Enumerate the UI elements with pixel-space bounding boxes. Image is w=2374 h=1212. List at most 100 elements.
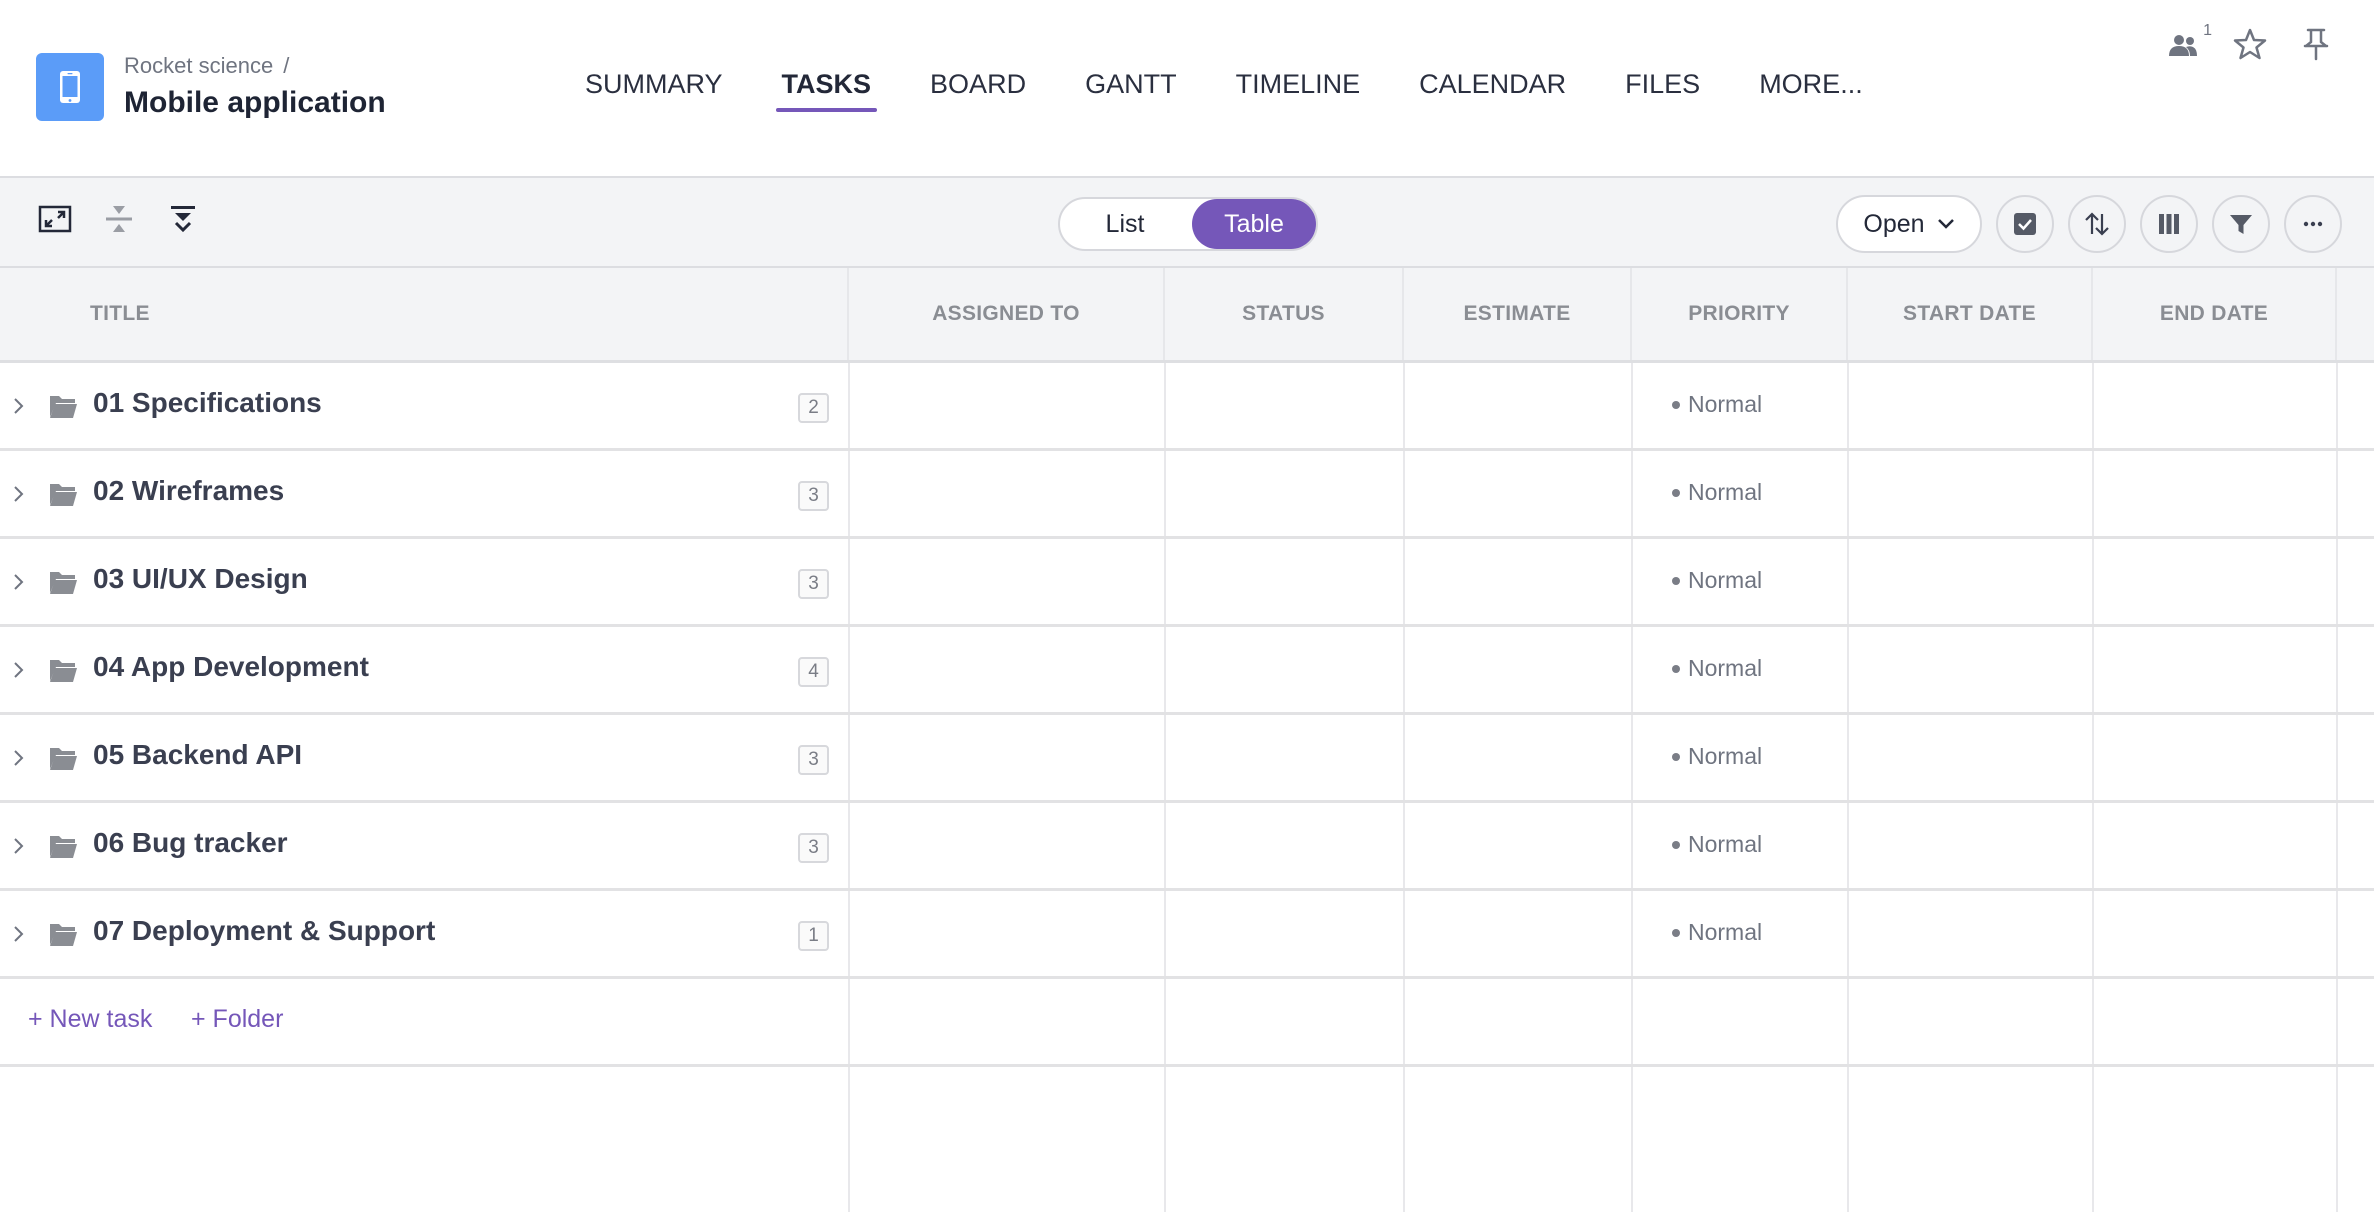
priority-dot-icon [1672,488,1680,497]
priority-dot-icon [1672,840,1680,849]
priority-cell[interactable]: Normal [1672,919,1762,946]
checkbox-icon [2014,213,2036,235]
toolbar-right: Open [1836,195,2342,253]
column-header-title[interactable]: TITLE [0,268,849,360]
table-row[interactable]: 04 App Development 4 Normal [0,627,2374,715]
members-icon [2169,35,2197,56]
folder-icon [50,924,77,946]
collapse-rows-icon [106,206,132,232]
chevron-right-icon[interactable] [12,660,26,680]
more-options-button[interactable] [2284,195,2342,253]
tab-tasks[interactable]: TASKS [775,66,877,112]
folder-title[interactable]: 03 UI/UX Design [93,563,308,595]
status-filter-select[interactable]: Open [1836,195,1982,253]
folder-icon [50,748,77,770]
folder-title[interactable]: 07 Deployment & Support [93,915,435,947]
folder-title[interactable]: 05 Backend API [93,739,302,771]
project-title: Mobile application [124,86,386,119]
table-row[interactable]: 01 Specifications 2 Normal [0,363,2374,451]
view-list-button[interactable]: List [1060,199,1190,249]
select-tasks-button[interactable] [1996,195,2054,253]
chevron-right-icon[interactable] [12,924,26,944]
folder-icon [50,836,77,858]
table-row[interactable]: 07 Deployment & Support 1 Normal [0,891,2374,979]
tab-board[interactable]: BOARD [930,66,1026,106]
breadcrumb: Rocket science / [124,53,289,79]
priority-cell[interactable]: Normal [1672,391,1762,418]
chevron-down-icon [1937,219,1954,229]
expand-all-icon [171,206,195,233]
chevron-right-icon[interactable] [12,484,26,504]
tab-timeline[interactable]: TIMELINE [1236,66,1361,106]
header-actions: 1 [2166,22,2334,62]
priority-value: Normal [1688,919,1763,945]
priority-dot-icon [1672,400,1680,409]
new-task-button[interactable]: + New task [28,1005,152,1034]
columns-button[interactable] [2140,195,2198,253]
members-count: 1 [2203,22,2212,39]
task-count-badge: 4 [798,657,829,687]
column-header-status[interactable]: STATUS [1165,268,1404,360]
folder-title[interactable]: 02 Wireframes [93,475,284,507]
column-header-priority[interactable]: PRIORITY [1632,268,1848,360]
members-button[interactable]: 1 [2166,22,2212,62]
filter-icon [2230,215,2252,234]
status-filter-value: Open [1863,209,1925,238]
column-header-end-date[interactable]: END DATE [2093,268,2337,360]
column-header-assigned-to[interactable]: ASSIGNED TO [849,268,1165,360]
priority-cell[interactable]: Normal [1672,479,1762,506]
column-header-start-date[interactable]: START DATE [1848,268,2093,360]
view-table-button[interactable]: Table [1192,199,1316,249]
priority-cell[interactable]: Normal [1672,655,1762,682]
chevron-right-icon[interactable] [12,572,26,592]
favorite-button[interactable] [2232,26,2268,62]
columns-icon [2159,214,2179,234]
folder-icon [50,660,77,682]
priority-value: Normal [1688,743,1763,769]
new-folder-button[interactable]: + Folder [191,1005,283,1034]
view-toggle: List Table [1058,197,1318,251]
filter-button[interactable] [2212,195,2270,253]
tab-more[interactable]: MORE... [1759,66,1863,106]
task-count-badge: 3 [798,745,829,775]
folder-icon [50,572,77,594]
chevron-right-icon[interactable] [12,748,26,768]
priority-cell[interactable]: Normal [1672,831,1762,858]
priority-value: Normal [1688,567,1763,593]
table-row[interactable]: 02 Wireframes 3 Normal [0,451,2374,539]
task-count-badge: 3 [798,569,829,599]
expand-all-button[interactable] [166,202,200,236]
tab-calendar[interactable]: CALENDAR [1419,66,1566,106]
task-count-badge: 3 [798,833,829,863]
folder-title[interactable]: 04 App Development [93,651,369,683]
task-count-badge: 1 [798,921,829,951]
add-row: + New task + Folder [0,979,2374,1067]
tab-files[interactable]: FILES [1625,66,1700,106]
column-header-estimate[interactable]: ESTIMATE [1404,268,1632,360]
chevron-right-icon[interactable] [12,836,26,856]
priority-value: Normal [1688,655,1763,681]
table-row[interactable]: 05 Backend API 3 Normal [0,715,2374,803]
priority-dot-icon [1672,928,1680,937]
collapse-rows-button[interactable] [102,202,136,236]
expand-icon [38,205,72,233]
folder-title[interactable]: 06 Bug tracker [93,827,288,859]
chevron-right-icon[interactable] [12,396,26,416]
task-count-badge: 2 [798,393,829,423]
priority-cell[interactable]: Normal [1672,743,1762,770]
table-row[interactable]: 03 UI/UX Design 3 Normal [0,539,2374,627]
tab-summary[interactable]: SUMMARY [585,66,723,106]
priority-cell[interactable]: Normal [1672,567,1762,594]
mobile-phone-icon [36,53,104,121]
priority-value: Normal [1688,479,1763,505]
toolbar: List Table Open [0,178,2374,268]
tab-gantt[interactable]: GANTT [1085,66,1177,106]
sort-button[interactable] [2068,195,2126,253]
fullscreen-button[interactable] [38,202,72,236]
sort-icon [2085,212,2109,236]
folder-title[interactable]: 01 Specifications [93,387,322,419]
table-row[interactable]: 06 Bug tracker 3 Normal [0,803,2374,891]
breadcrumb-parent[interactable]: Rocket science [124,53,273,78]
priority-dot-icon [1672,752,1680,761]
pin-button[interactable] [2298,26,2334,62]
